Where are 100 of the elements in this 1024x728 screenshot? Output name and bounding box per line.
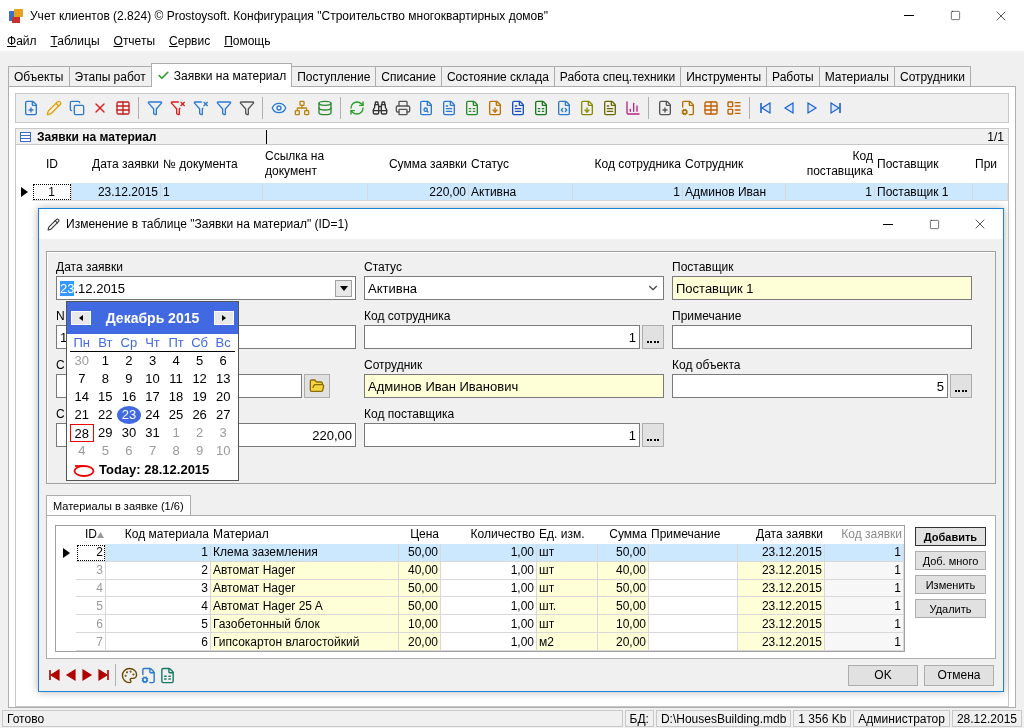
- calendar-day[interactable]: 8: [93, 370, 118, 388]
- calendar-day[interactable]: 9: [117, 370, 141, 388]
- lookup-button[interactable]: [642, 325, 664, 349]
- action-button[interactable]: Изменить: [915, 575, 986, 594]
- menu-item[interactable]: Отчеты: [113, 34, 156, 48]
- column-header[interactable]: При: [973, 145, 1008, 183]
- menu-item[interactable]: Таблицы: [50, 34, 100, 48]
- binoculars-icon[interactable]: [371, 100, 388, 116]
- printer-icon[interactable]: [394, 100, 411, 116]
- column-header[interactable]: Сумма заявки: [368, 145, 469, 183]
- calendar-day[interactable]: 4: [164, 352, 188, 370]
- file-settings-icon[interactable]: [679, 100, 696, 116]
- status-dropdown[interactable]: Активна: [364, 276, 664, 300]
- bar-chart-icon[interactable]: [624, 100, 641, 116]
- input-field[interactable]: 1: [364, 423, 640, 447]
- action-button[interactable]: Удалить: [915, 599, 986, 618]
- calendar-day[interactable]: 2: [117, 352, 141, 370]
- file-plus-icon[interactable]: [656, 100, 673, 116]
- filter-x-icon[interactable]: [192, 100, 209, 116]
- file-plus-icon[interactable]: [22, 100, 39, 116]
- column-header[interactable]: Поставщик: [875, 145, 973, 183]
- tab[interactable]: Этапы работ: [68, 66, 152, 87]
- column-header[interactable]: Код материала: [106, 526, 211, 544]
- calendar-day[interactable]: 15: [93, 388, 118, 406]
- document-icon[interactable]: [440, 100, 457, 116]
- calendar-day[interactable]: 28: [70, 424, 94, 442]
- calendar-day[interactable]: 16: [117, 388, 141, 406]
- column-header[interactable]: Код поставщика: [786, 145, 875, 183]
- file-settings-icon[interactable]: [140, 666, 157, 684]
- action-button[interactable]: Добавить: [915, 527, 986, 546]
- next-record-icon[interactable]: [80, 668, 94, 682]
- calendar-day[interactable]: 10: [140, 370, 165, 388]
- calendar-day[interactable]: 1: [93, 352, 118, 370]
- dropdown-button[interactable]: [335, 279, 352, 297]
- column-header[interactable]: Статус: [469, 145, 573, 183]
- filter-icon[interactable]: [238, 100, 255, 116]
- today-link[interactable]: Today: 28.12.2015: [99, 462, 210, 477]
- list-icon[interactable]: [725, 100, 742, 116]
- calendar-day[interactable]: 6: [211, 352, 235, 370]
- input-field[interactable]: 5: [672, 374, 948, 398]
- tab[interactable]: Работа спец.техники: [553, 66, 682, 87]
- next-month-button[interactable]: [214, 311, 234, 325]
- column-header[interactable]: Ед. изм.: [537, 526, 598, 544]
- previous-month-button[interactable]: [71, 311, 91, 325]
- calendar-day[interactable]: 13: [211, 370, 235, 388]
- tab[interactable]: Поступление: [291, 66, 377, 87]
- text-file-icon[interactable]: [601, 100, 618, 116]
- folder-button[interactable]: [304, 374, 330, 398]
- calendar-day[interactable]: 23: [117, 406, 141, 424]
- document-icon[interactable]: [509, 100, 526, 116]
- lookup-button[interactable]: [950, 374, 972, 398]
- calendar-day[interactable]: 17: [140, 388, 165, 406]
- dialog-button[interactable]: Отмена: [924, 664, 994, 686]
- column-header[interactable]: Сумма: [598, 526, 649, 544]
- export-icon[interactable]: [486, 100, 503, 116]
- column-header[interactable]: Код заявки: [825, 526, 904, 544]
- first-record-icon[interactable]: [758, 101, 773, 115]
- export-icon[interactable]: [578, 100, 595, 116]
- tab[interactable]: Заявки на материал: [150, 63, 293, 87]
- eye-icon[interactable]: [270, 100, 287, 116]
- filter-x-icon[interactable]: [169, 100, 186, 116]
- calendar-day[interactable]: 25: [164, 406, 188, 424]
- calendar-day[interactable]: 14: [70, 388, 94, 406]
- column-header[interactable]: ID: [32, 145, 72, 183]
- column-header[interactable]: Дата заявки: [738, 526, 825, 544]
- action-button[interactable]: Доб. много: [915, 551, 986, 570]
- first-record-icon[interactable]: [48, 668, 62, 682]
- lookup-button[interactable]: [642, 423, 664, 447]
- tab[interactable]: Материалы в заявке (1/6): [46, 495, 191, 515]
- column-header[interactable]: Код сотрудника: [573, 145, 683, 183]
- column-header[interactable]: Дата заявки: [72, 145, 161, 183]
- filter-icon[interactable]: [146, 100, 163, 116]
- date-field[interactable]: 23.12.2015: [56, 276, 356, 300]
- calendar-day[interactable]: 27: [211, 406, 235, 424]
- copy-icon[interactable]: [68, 100, 85, 116]
- calendar-day[interactable]: 22: [93, 406, 118, 424]
- table-icon[interactable]: [114, 100, 131, 116]
- calendar-day[interactable]: 21: [70, 406, 94, 424]
- menu-item[interactable]: Сервис: [169, 34, 211, 48]
- column-header[interactable]: Примечание: [649, 526, 738, 544]
- column-header[interactable]: Материал: [211, 526, 399, 544]
- filter-icon[interactable]: [215, 100, 232, 116]
- column-header[interactable]: № документа: [161, 145, 263, 183]
- input-field[interactable]: 1: [364, 325, 640, 349]
- calendar-day[interactable]: 3: [140, 352, 165, 370]
- calendar-day[interactable]: 31: [140, 424, 165, 442]
- column-header[interactable]: ID: [76, 526, 106, 544]
- calendar-day[interactable]: 20: [211, 388, 235, 406]
- database-icon[interactable]: [316, 100, 333, 116]
- next-record-icon[interactable]: [804, 101, 819, 115]
- table-icon[interactable]: [702, 100, 719, 116]
- column-header[interactable]: Цена: [399, 526, 441, 544]
- calendar-day[interactable]: 24: [140, 406, 165, 424]
- tab[interactable]: Материалы: [818, 66, 895, 87]
- tab[interactable]: Состояние склада: [440, 66, 555, 87]
- menu-item[interactable]: Файл: [7, 34, 37, 48]
- last-record-icon[interactable]: [96, 668, 110, 682]
- menu-item[interactable]: Помощь: [224, 34, 271, 48]
- calendar-day[interactable]: 7: [70, 370, 94, 388]
- calendar-day[interactable]: 5: [187, 352, 212, 370]
